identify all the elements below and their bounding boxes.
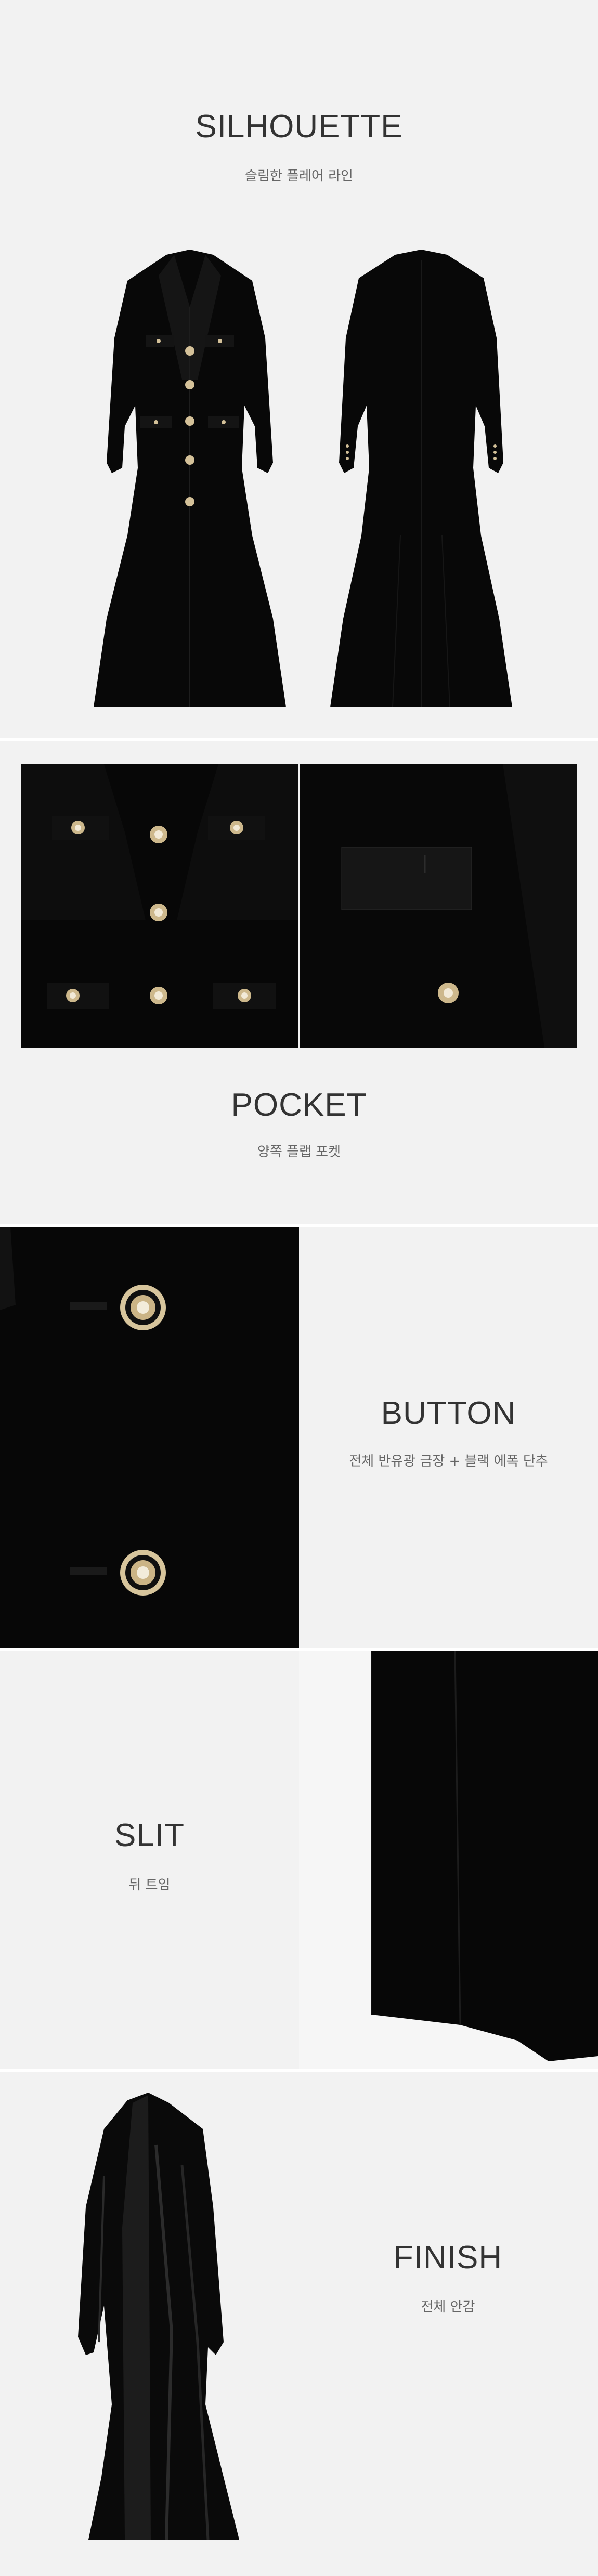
pocket-subtitle: 양쪽 플랩 포켓 bbox=[257, 1144, 341, 1160]
front-button-5 bbox=[185, 497, 194, 506]
coat-front-image bbox=[94, 250, 286, 707]
finish-title: FINISH bbox=[393, 2240, 503, 2276]
button-closeup-image bbox=[0, 1227, 299, 1648]
section-divider bbox=[0, 2069, 598, 2072]
front-button-3 bbox=[185, 416, 194, 426]
silhouette-section: SILHOUETTE 슬림한 플레어 라인 bbox=[0, 47, 598, 741]
finish-section: FINISH 전체 안감 bbox=[0, 2072, 598, 2576]
section-divider bbox=[0, 738, 598, 741]
pocket-front-detail-image bbox=[21, 764, 298, 1048]
lining-image bbox=[0, 2072, 298, 2576]
finish-subtitle: 전체 안감 bbox=[421, 2299, 475, 2315]
button-section: BUTTON 전체 반유광 금장 + 블랙 에폭 단추 bbox=[0, 1227, 598, 1648]
pocket-section: POCKET 양쪽 플랩 포켓 bbox=[0, 741, 598, 1227]
pocket-title: POCKET bbox=[231, 1087, 367, 1123]
slit-section: SLIT 뒤 트임 bbox=[0, 1651, 598, 2072]
front-button-1 bbox=[185, 346, 194, 356]
slit-subtitle: 뒤 트임 bbox=[128, 1877, 171, 1893]
front-button-4 bbox=[185, 455, 194, 465]
pocket-flap-closeup-image bbox=[300, 764, 577, 1048]
front-button-2 bbox=[185, 380, 194, 389]
section-divider bbox=[0, 1648, 598, 1651]
silhouette-subtitle: 슬림한 플레어 라인 bbox=[245, 168, 353, 184]
button-subtitle: 전체 반유광 금장 + 블랙 에폭 단추 bbox=[349, 1454, 548, 1469]
product-detail-page: SILHOUETTE 슬림한 플레어 라인 POCKET 양쪽 플랩 포켓 BU… bbox=[0, 0, 598, 2576]
slit-closeup-image bbox=[299, 1651, 598, 2072]
silhouette-title: SILHOUETTE bbox=[195, 109, 403, 145]
slit-title: SLIT bbox=[114, 1817, 185, 1853]
button-title: BUTTON bbox=[381, 1395, 516, 1431]
coat-back-image bbox=[330, 250, 512, 708]
section-divider bbox=[0, 1224, 598, 1227]
